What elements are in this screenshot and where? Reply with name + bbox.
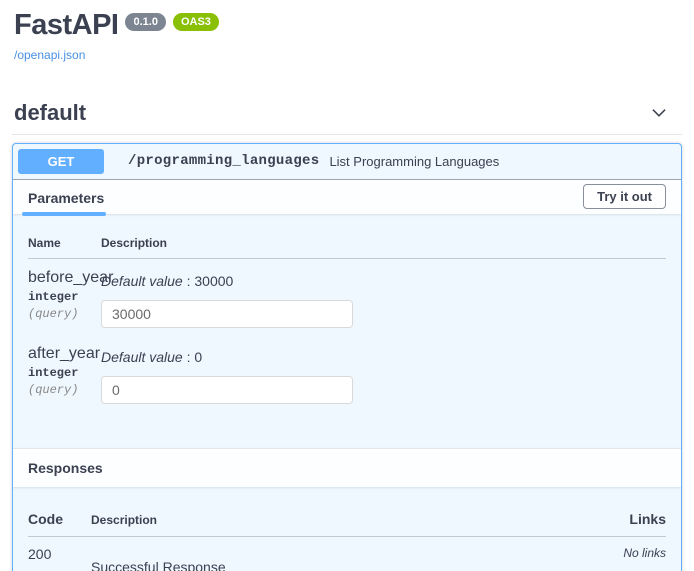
api-title: FastAPI [14,10,118,42]
parameter-name: after_year [28,344,101,363]
response-code: 200 [28,546,91,571]
parameter-name: before_year [28,268,101,287]
parameter-description: Default value : 0 [101,344,666,365]
tag-section-toggle[interactable]: default [12,98,682,135]
responses-title: Responses [28,460,103,476]
parameter-description: Default value : 30000 [101,268,666,289]
opblock-get-programming-languages: GET /programming_languages List Programm… [12,143,682,571]
column-header-code: Code [28,511,91,527]
endpoint-summary: List Programming Languages [329,154,499,169]
parameters-section-header: Parameters Try it out [13,180,681,214]
parameter-location: (query) [28,307,101,321]
column-header-links: Links [586,511,666,527]
responses-table-header-row: Code Description Links [28,495,666,537]
before-year-input[interactable] [101,300,353,328]
version-badge: 0.1.0 [125,13,165,31]
after-year-input[interactable] [101,376,353,404]
parameter-type: integer [28,366,101,380]
http-method-badge: GET [18,149,104,174]
column-header-name: Name [28,236,101,250]
column-header-description: Description [101,236,666,250]
parameter-row-before-year: before_year integer (query) Default valu… [28,259,666,328]
tag-section-default: default GET /programming_languages List … [12,98,682,571]
tag-title: default [14,100,86,126]
parameter-location: (query) [28,383,101,397]
try-it-out-button[interactable]: Try it out [583,184,666,209]
default-value-label: Default value [101,273,183,289]
default-value-separator: : [183,273,195,289]
parameter-type: integer [28,290,101,304]
tab-parameters[interactable]: Parameters [28,180,104,212]
endpoint-path[interactable]: /programming_languages [128,153,319,169]
parameters-table-header-row: Name Description [28,220,666,259]
responses-table: Code Description Links 200 Successful Re… [13,487,681,571]
default-value: 0 [194,349,202,365]
column-header-description: Description [91,513,586,527]
chevron-down-icon[interactable] [648,102,670,124]
parameter-row-after-year: after_year integer (query) Default value… [28,328,666,404]
openapi-spec-link[interactable]: /openapi.json [14,48,85,62]
default-value: 30000 [194,273,233,289]
responses-section-header: Responses [13,448,681,487]
response-links: No links [586,546,666,571]
parameters-table: Name Description before_year integer (qu… [13,214,681,448]
opblock-summary[interactable]: GET /programming_languages List Programm… [13,144,681,180]
api-info-header: FastAPI 0.1.0 OAS3 /openapi.json [0,0,694,64]
default-value-label: Default value [101,349,183,365]
oas3-badge: OAS3 [173,13,219,31]
response-description: Successful Response [91,546,586,571]
response-row-200: 200 Successful Response No links [28,537,666,571]
default-value-separator: : [183,349,195,365]
